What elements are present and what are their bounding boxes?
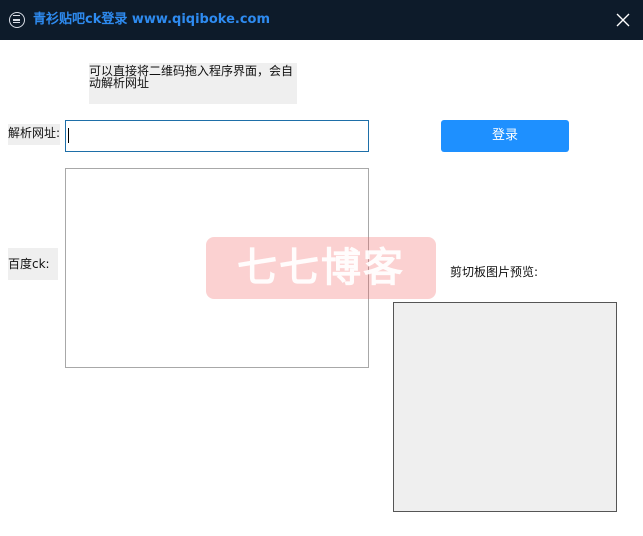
baidu-ck-textarea[interactable] xyxy=(65,168,369,368)
login-button[interactable]: 登录 xyxy=(441,120,569,152)
close-icon xyxy=(616,13,630,27)
text-caret xyxy=(68,128,69,143)
close-button[interactable] xyxy=(606,6,638,34)
window-title: 青衫贴吧ck登录 www.qiqiboke.com xyxy=(33,12,271,27)
drag-qrcode-hint: 可以直接将二维码拖入程序界面，会自动解析网址 xyxy=(89,63,297,104)
clipboard-image-preview xyxy=(393,302,617,512)
url-label: 解析网址: xyxy=(8,124,61,145)
baidu-ck-label: 百度ck: xyxy=(8,248,58,280)
url-input[interactable] xyxy=(65,120,369,152)
title-bar[interactable]: 青衫贴吧ck登录 www.qiqiboke.com xyxy=(0,0,643,40)
app-logo-icon xyxy=(9,12,25,28)
clipboard-preview-label: 剪切板图片预览: xyxy=(450,265,539,279)
main-window: 青衫贴吧ck登录 www.qiqiboke.com 可以直接将二维码拖入程序界面… xyxy=(0,0,643,536)
